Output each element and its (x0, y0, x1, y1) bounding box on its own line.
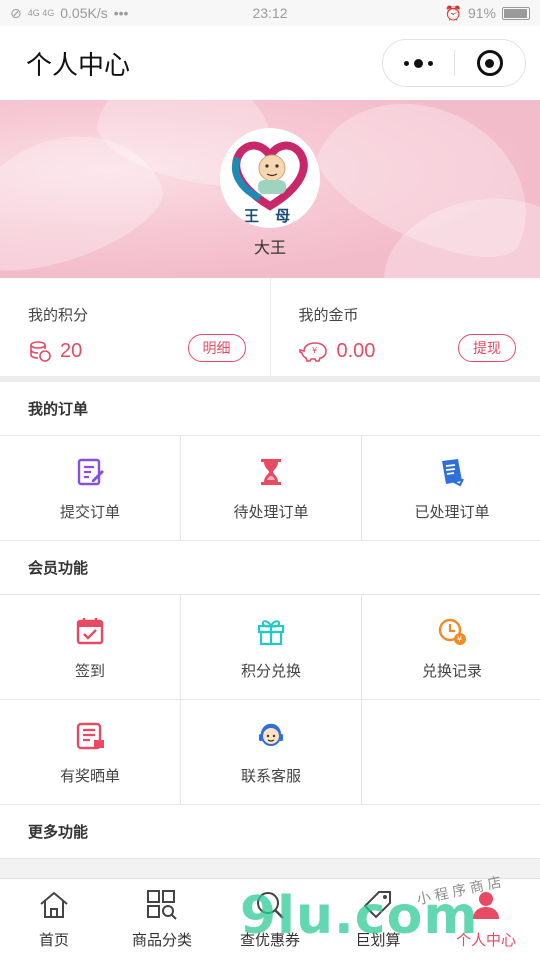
coins-cell: 我的金币 ¥ 0.00 提现 (269, 278, 540, 376)
exchange-history-label: 兑换记录 (421, 662, 482, 680)
exchange-history-button[interactable]: ¥ 兑换记录 (362, 595, 540, 699)
user-icon (469, 889, 503, 925)
calendar-check-icon (73, 614, 107, 648)
orders-section-title: 我的订单 (0, 382, 540, 436)
status-more: ••• (113, 5, 129, 21)
pending-orders-label: 待处理订单 (233, 503, 309, 521)
points-exchange-label: 积分兑换 (240, 662, 301, 680)
tab-home-label: 首页 (38, 932, 69, 949)
page-title: 个人中心 (26, 49, 131, 80)
check-in-label: 签到 (74, 662, 105, 680)
coupon-search-icon (253, 889, 287, 925)
customer-service-button[interactable]: 联系客服 (181, 700, 361, 804)
coins-label: 我的金币 (298, 307, 359, 324)
points-detail-button[interactable]: 明细 (187, 334, 246, 362)
more-dots-icon (403, 58, 433, 68)
network-indicator: 4G 4G (27, 8, 55, 18)
member-section-title: 会员功能 (0, 541, 540, 595)
withdraw-button[interactable]: 提现 (458, 334, 516, 362)
home-icon (37, 889, 71, 925)
more-section-title: 更多功能 (0, 805, 540, 859)
customer-service-icon (254, 719, 288, 753)
points-label: 我的积分 (28, 307, 89, 324)
user-name: 大王 (253, 240, 286, 257)
title-bar: 个人中心 (0, 26, 540, 100)
tab-home[interactable]: 首页 (0, 879, 108, 960)
miniprogram-capsule (382, 39, 526, 87)
network-speed: 0.05K/s (60, 5, 108, 21)
alarm-icon: ⏰ (444, 4, 462, 21)
clock: 23:12 (252, 5, 288, 21)
tab-coupons[interactable]: 查优惠券 (216, 879, 324, 960)
logo-text: 王 母 (243, 208, 297, 225)
gift-icon (254, 614, 288, 648)
tab-deals[interactable]: 巨划算 (324, 879, 432, 960)
processed-orders-button[interactable]: 已处理订单 (362, 436, 540, 540)
battery-icon (502, 6, 530, 20)
processed-orders-label: 已处理订单 (414, 503, 490, 521)
customer-service-label: 联系客服 (240, 767, 301, 785)
points-cell: 我的积分 20 明细 (0, 278, 270, 376)
bottom-tab-bar: 首页 商品分类 查优惠券 巨划算 个人中心 (0, 878, 540, 960)
status-bar: ⊘ 4G 4G 0.05K/s ••• 23:12 ⏰ 91% (0, 0, 540, 26)
prize-showcase-button[interactable]: 有奖晒单 (0, 700, 180, 804)
submit-order-button[interactable]: 提交订单 (0, 436, 180, 540)
coins-value: 0.00 (336, 339, 376, 362)
tab-categories[interactable]: 商品分类 (108, 879, 216, 960)
wallet-panel: 我的积分 20 明细 我的金币 ¥ 0.00 提现 (0, 278, 540, 382)
grid-empty-cell (362, 700, 540, 804)
check-in-button[interactable]: 签到 (0, 595, 180, 699)
orders-grid: 提交订单 待处理订单 已处理订单 (0, 436, 540, 541)
tab-coupons-label: 查优惠券 (239, 932, 300, 949)
submit-order-label: 提交订单 (59, 503, 120, 521)
target-icon (476, 50, 503, 76)
tab-profile[interactable]: 个人中心 (432, 879, 540, 960)
svg-text:¥: ¥ (457, 635, 462, 644)
category-search-icon (145, 889, 179, 925)
profile-banner: 王 母 大王 (0, 100, 540, 278)
clock-coin-icon: ¥ (435, 614, 469, 648)
tab-deals-label: 巨划算 (355, 932, 401, 949)
no-sim-icon: ⊘ (10, 4, 22, 21)
piggy-bank-icon: ¥ (298, 339, 329, 363)
hourglass-icon (254, 455, 288, 489)
more-menu-button[interactable] (383, 40, 454, 86)
tag-icon (361, 889, 395, 925)
pending-orders-button[interactable]: 待处理订单 (181, 436, 361, 540)
member-grid: 签到 积分兑换 ¥ 兑换记录 有奖晒单 联系客服 (0, 595, 540, 805)
close-miniprogram-button[interactable] (455, 40, 526, 86)
avatar[interactable]: 王 母 (220, 128, 320, 228)
tab-categories-label: 商品分类 (131, 932, 192, 949)
svg-text:¥: ¥ (312, 346, 317, 355)
processed-doc-icon (435, 455, 469, 489)
receipt-icon (73, 719, 107, 753)
coin-stack-icon (28, 339, 52, 363)
points-value: 20 (60, 339, 83, 362)
tab-profile-label: 个人中心 (455, 932, 516, 949)
battery-level: 91% (467, 5, 496, 21)
prize-showcase-label: 有奖晒单 (59, 767, 120, 785)
points-exchange-button[interactable]: 积分兑换 (181, 595, 361, 699)
edit-order-icon (73, 455, 107, 489)
